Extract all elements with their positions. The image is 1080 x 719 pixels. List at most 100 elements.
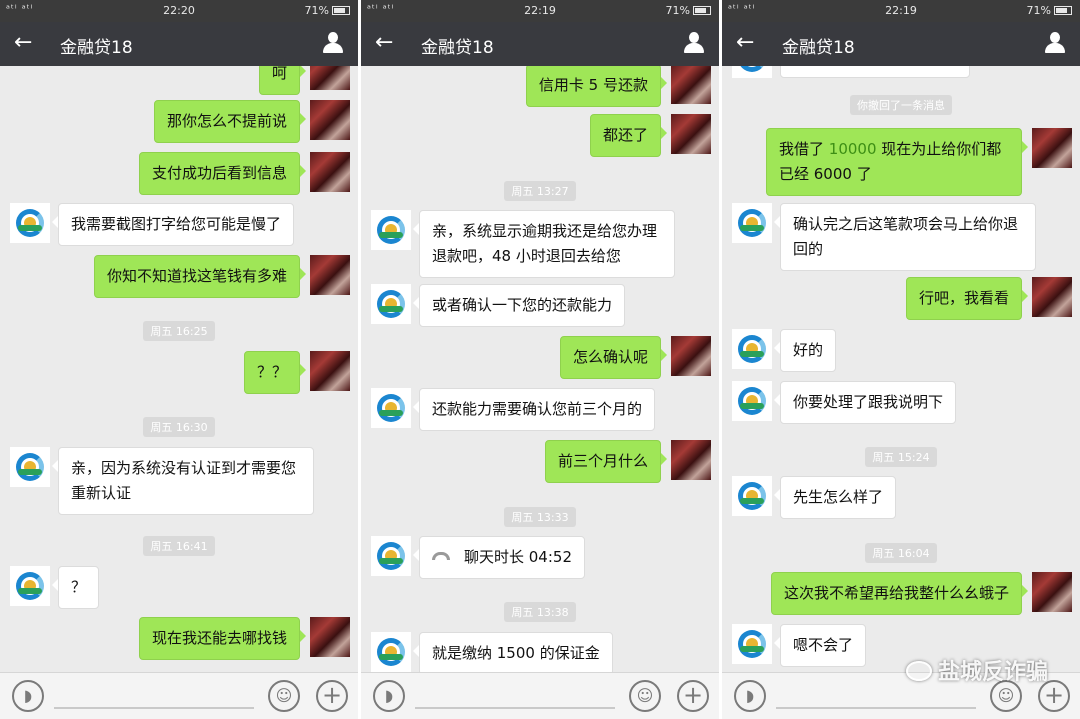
emoji-icon[interactable]: ☺ xyxy=(629,680,661,712)
message-input[interactable] xyxy=(415,707,615,709)
lender-avatar[interactable] xyxy=(371,284,411,324)
status-bar: ᵃᵗˡ ᵃᵗˡ 22:19 71% xyxy=(361,0,719,22)
recall-notice: 你撤回了一条消息 xyxy=(722,94,1080,115)
message-bubble-sent[interactable]: 都还了 xyxy=(589,114,668,157)
nav-bar: ← 金融贷18 xyxy=(0,22,358,66)
my-avatar[interactable] xyxy=(310,255,350,295)
message-bubble-sent[interactable]: 怎么确认呢 xyxy=(559,336,668,379)
watermark-text: 盐城反诈骗 xyxy=(937,660,1048,685)
message-bubble-sent[interactable]: 现在我还能去哪找钱 xyxy=(138,617,307,660)
chat-title: 金融贷18 xyxy=(421,38,494,58)
battery-percent: 71% xyxy=(665,4,690,17)
message-bubble-received[interactable]: 或者确认一下您的还款能力 xyxy=(412,284,626,327)
loan-amount: 10000 xyxy=(828,140,877,158)
chat-screen-1: ᵃᵗˡ ᵃᵗˡ 22:20 71% ← 金融贷18 呵 那你怎么不提前说 支付成… xyxy=(0,0,358,719)
voice-input-icon[interactable]: ◗ xyxy=(734,680,766,712)
message-bubble-sent[interactable]: 那你怎么不提前说 xyxy=(153,100,307,143)
message-bubble-sent[interactable]: 信用卡 5 号还款 xyxy=(525,66,668,107)
status-bar: ᵃᵗˡ ᵃᵗˡ 22:20 71% xyxy=(0,0,358,22)
my-avatar[interactable] xyxy=(671,336,711,376)
my-avatar[interactable] xyxy=(310,351,350,391)
message-bubble-sent[interactable]: 我借了 10000 现在为止给你们都已经 6000 了 xyxy=(766,128,1028,196)
person-icon[interactable] xyxy=(683,32,705,54)
message-input[interactable] xyxy=(776,707,976,709)
lender-avatar[interactable] xyxy=(371,388,411,428)
lender-avatar[interactable] xyxy=(732,203,772,243)
lender-avatar[interactable] xyxy=(10,203,50,243)
emoji-icon[interactable]: ☺ xyxy=(268,680,300,712)
lender-avatar[interactable] xyxy=(371,210,411,250)
chat-screen-3: ᵃᵗˡ ᵃᵗˡ 22:19 71% ← 金融贷18 你撤回了一条消息 我借了 1… xyxy=(722,0,1080,719)
back-arrow-icon[interactable]: ← xyxy=(14,30,32,56)
my-avatar[interactable] xyxy=(1032,277,1072,317)
my-avatar[interactable] xyxy=(310,66,350,90)
message-bubble-sent[interactable]: 呵 xyxy=(258,66,307,95)
message-bubble-received[interactable]: 你要处理了跟我说明下 xyxy=(773,381,957,424)
time-stamp: 周五 13:27 xyxy=(361,180,719,201)
chat-screen-2: ᵃᵗˡ ᵃᵗˡ 22:19 71% ← 金融贷18 信用卡 5 号还款 都还了 … xyxy=(361,0,719,719)
my-avatar[interactable] xyxy=(310,100,350,140)
lender-avatar[interactable] xyxy=(732,329,772,369)
message-bubble-received[interactable]: 先生怎么样了 xyxy=(773,476,897,519)
message-bubble-received[interactable]: 还款能力需要确认您前三个月的 xyxy=(412,388,656,431)
my-avatar[interactable] xyxy=(671,440,711,480)
message-list[interactable]: 呵 那你怎么不提前说 支付成功后看到信息 我需要截图打字给您可能是慢了 你知不知… xyxy=(0,66,358,672)
call-duration: 聊天时长 04:52 xyxy=(464,548,572,566)
message-bubble-sent[interactable]: 你知不知道找这笔钱有多难 xyxy=(93,255,307,298)
my-avatar[interactable] xyxy=(671,114,711,154)
lender-avatar[interactable] xyxy=(732,381,772,421)
message-input[interactable] xyxy=(54,707,254,709)
my-avatar[interactable] xyxy=(310,152,350,192)
message-bubble-received[interactable]: 我需要截图打字给您可能是慢了 xyxy=(51,203,295,246)
message-list[interactable]: 你撤回了一条消息 我借了 10000 现在为止给你们都已经 6000 了 确认完… xyxy=(722,66,1080,672)
lender-avatar[interactable] xyxy=(732,66,772,78)
message-bubble-received[interactable]: 确认完之后这笔款项会马上给你退回的 xyxy=(774,203,1036,271)
lender-avatar[interactable] xyxy=(371,632,411,672)
message-bubble-received-cut[interactable] xyxy=(780,66,970,78)
message-bubble-received[interactable]: 嗯不会了 xyxy=(773,624,867,667)
message-bubble-sent[interactable]: 这次我不希望再给我整什么幺蛾子 xyxy=(770,572,1029,615)
plus-icon[interactable]: + xyxy=(316,680,348,712)
my-avatar[interactable] xyxy=(1032,128,1072,168)
lender-avatar[interactable] xyxy=(732,476,772,516)
back-arrow-icon[interactable]: ← xyxy=(736,30,754,56)
voice-input-icon[interactable]: ◗ xyxy=(12,680,44,712)
phone-call-icon xyxy=(432,552,450,560)
status-bar: ᵃᵗˡ ᵃᵗˡ 22:19 71% xyxy=(722,0,1080,22)
my-avatar[interactable] xyxy=(671,66,711,104)
chat-title: 金融贷18 xyxy=(782,38,855,58)
input-bar: ◗ ☺ + xyxy=(361,672,719,719)
lender-avatar[interactable] xyxy=(732,624,772,664)
my-avatar[interactable] xyxy=(1032,572,1072,612)
message-bubble-received[interactable]: 亲，因为系统没有认证到才需要您重新认证 xyxy=(52,447,314,515)
battery-indicator: 71% xyxy=(1027,4,1072,17)
time-stamp: 周五 16:04 xyxy=(722,542,1080,563)
time-stamp: 周五 13:38 xyxy=(361,601,719,622)
wechat-logo-icon xyxy=(905,661,932,681)
message-bubble-received[interactable]: ？ xyxy=(51,566,100,609)
plus-icon[interactable]: + xyxy=(677,680,709,712)
my-avatar[interactable] xyxy=(310,617,350,657)
back-arrow-icon[interactable]: ← xyxy=(375,30,393,56)
person-icon[interactable] xyxy=(322,32,344,54)
message-list[interactable]: 信用卡 5 号还款 都还了 周五 13:27 亲，系统显示逾期我还是给您办理退款… xyxy=(361,66,719,672)
voice-input-icon[interactable]: ◗ xyxy=(373,680,405,712)
voice-call-record[interactable]: 聊天时长 04:52 xyxy=(413,536,585,579)
message-bubble-received[interactable]: 就是缴纳 1500 的保证金 xyxy=(413,632,613,672)
battery-icon xyxy=(693,6,711,15)
message-bubble-received[interactable]: 亲，系统显示逾期我还是给您办理退款吧，48 小时退回去给您 xyxy=(413,210,675,278)
lender-avatar[interactable] xyxy=(10,447,50,487)
nav-bar: ← 金融贷18 xyxy=(361,22,719,66)
message-bubble-sent[interactable]: 行吧，我看看 xyxy=(905,277,1029,320)
message-bubble-received[interactable]: 好的 xyxy=(773,329,837,372)
time-stamp: 周五 16:25 xyxy=(0,320,358,341)
battery-icon xyxy=(1054,6,1072,15)
input-bar: ◗ ☺ + xyxy=(0,672,358,719)
message-bubble-sent[interactable]: ？？ xyxy=(243,351,307,394)
nav-bar: ← 金融贷18 xyxy=(722,22,1080,66)
message-bubble-sent[interactable]: 前三个月什么 xyxy=(544,440,668,483)
lender-avatar[interactable] xyxy=(10,566,50,606)
message-bubble-sent[interactable]: 支付成功后看到信息 xyxy=(138,152,307,195)
person-icon[interactable] xyxy=(1044,32,1066,54)
lender-avatar[interactable] xyxy=(371,536,411,576)
